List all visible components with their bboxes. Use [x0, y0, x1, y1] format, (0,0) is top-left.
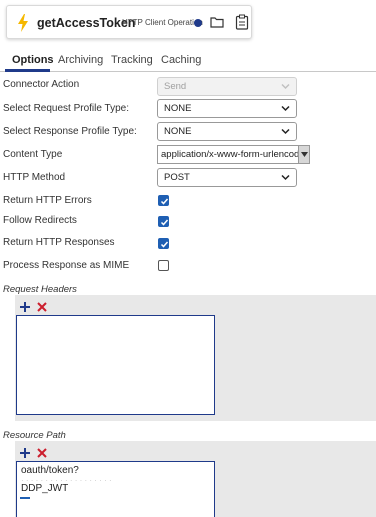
- content-type-dropdown-button[interactable]: [298, 146, 309, 163]
- content-type-value: application/x-www-form-urlencoded: [161, 149, 310, 160]
- add-icon[interactable]: [19, 447, 31, 459]
- connector-action-select: Send: [157, 77, 297, 96]
- request-profile-type-value: NONE: [164, 103, 192, 114]
- checkmark-icon: [160, 198, 169, 205]
- return-http-errors-label: Return HTTP Errors: [3, 195, 92, 206]
- resource-path-item[interactable]: DDP_JWT: [21, 483, 68, 494]
- operation-title: getAccessToken: [37, 16, 136, 30]
- resource-path-panel: oauth/token? · · · · · · · · · · · · · ·…: [15, 441, 376, 517]
- tab-caching[interactable]: Caching: [161, 54, 201, 66]
- chevron-down-icon: [281, 105, 290, 112]
- request-profile-type-label: Select Request Profile Type:: [3, 103, 129, 114]
- connector-action-label: Connector Action: [3, 79, 80, 90]
- checkmark-icon: [160, 219, 169, 226]
- response-profile-type-value: NONE: [164, 126, 192, 137]
- connector-action-value: Send: [164, 81, 187, 92]
- delete-icon[interactable]: [36, 447, 48, 459]
- chevron-down-icon: [281, 128, 290, 135]
- folder-icon[interactable]: [210, 15, 224, 29]
- chevron-down-icon: [281, 174, 290, 181]
- request-headers-list[interactable]: [16, 315, 215, 415]
- caret-down-icon: [301, 152, 308, 157]
- add-icon[interactable]: [19, 301, 31, 313]
- follow-redirects-checkbox[interactable]: [158, 216, 169, 227]
- follow-redirects-label: Follow Redirects: [3, 215, 77, 226]
- tab-tracking[interactable]: Tracking: [111, 54, 153, 66]
- process-response-mime-checkbox[interactable]: [158, 260, 169, 271]
- active-tab-indicator: [5, 69, 50, 72]
- operation-card: getAccessToken HTTP Client Operation: [6, 5, 252, 39]
- resource-path-label: Resource Path: [3, 430, 66, 441]
- return-http-errors-checkbox[interactable]: [158, 195, 169, 206]
- operation-header: getAccessToken HTTP Client Operation: [0, 0, 376, 44]
- content-type-combobox[interactable]: application/x-www-form-urlencoded: [157, 145, 310, 164]
- tab-bar: Options Archiving Tracking Caching: [0, 50, 376, 72]
- info-icon[interactable]: [194, 19, 202, 27]
- tab-archiving[interactable]: Archiving: [58, 54, 103, 66]
- resource-path-item[interactable]: oauth/token?: [21, 465, 79, 476]
- chevron-down-icon: [281, 83, 290, 90]
- content-type-label: Content Type: [3, 149, 63, 160]
- request-headers-panel: [15, 295, 376, 421]
- text-cursor-indicator: [20, 497, 30, 499]
- request-headers-label: Request Headers: [3, 284, 77, 295]
- process-response-mime-label: Process Response as MIME: [3, 260, 130, 271]
- response-profile-type-label: Select Response Profile Type:: [3, 126, 137, 137]
- response-profile-type-select[interactable]: NONE: [157, 122, 297, 141]
- http-method-value: POST: [164, 172, 190, 183]
- lightning-icon: [18, 14, 28, 32]
- http-method-label: HTTP Method: [3, 172, 66, 183]
- return-http-responses-label: Return HTTP Responses: [3, 237, 115, 248]
- checkmark-icon: [160, 241, 169, 248]
- http-method-select[interactable]: POST: [157, 168, 297, 187]
- clipboard-icon[interactable]: [235, 14, 249, 30]
- resource-path-list[interactable]: oauth/token? · · · · · · · · · · · · · ·…: [16, 461, 215, 517]
- delete-icon[interactable]: [36, 301, 48, 313]
- tab-options[interactable]: Options: [12, 54, 54, 66]
- request-profile-type-select[interactable]: NONE: [157, 99, 297, 118]
- operation-type: HTTP Client Operation: [122, 18, 203, 27]
- return-http-responses-checkbox[interactable]: [158, 238, 169, 249]
